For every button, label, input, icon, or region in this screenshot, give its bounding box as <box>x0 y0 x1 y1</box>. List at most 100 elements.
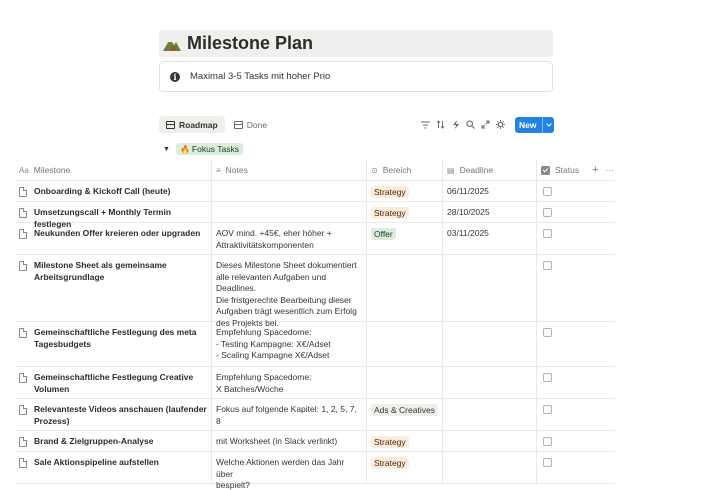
deadline-cell[interactable] <box>443 322 537 366</box>
title-property-icon: Aa <box>19 165 29 175</box>
column-header-notes[interactable]: ≡ Notes <box>212 160 367 180</box>
new-button[interactable]: New <box>515 116 554 133</box>
page-icon <box>19 437 27 447</box>
table-row[interactable]: Gemeinschaftliche Festlegung Creative Vo… <box>15 367 615 399</box>
notes-cell[interactable]: Empfehlung Spacedome: - Testing Kampagne… <box>212 322 367 366</box>
settings-icon[interactable] <box>493 116 508 133</box>
deadline-cell[interactable] <box>443 367 537 398</box>
notes-cell[interactable] <box>212 181 367 201</box>
page-title[interactable]: Milestone Plan <box>187 33 313 54</box>
table-row[interactable]: Milestone Sheet als gemeinsame Arbeitsgr… <box>15 255 615 328</box>
deadline-cell[interactable] <box>443 255 537 321</box>
table-icon <box>233 120 243 129</box>
milestone-cell[interactable]: Sale Aktionspipeline aufstellen <box>15 452 212 483</box>
tab-done[interactable]: Done <box>227 116 274 133</box>
notes-cell[interactable]: AOV mind. +45€, eher höher + Attraktivit… <box>212 223 367 254</box>
milestone-cell[interactable]: Umsetzungscall + Monthly Termin festlege… <box>15 202 212 229</box>
info-icon: i <box>170 71 180 82</box>
notes-cell[interactable]: mit Worksheet (in Slack verlinkt) <box>212 431 367 451</box>
status-checkbox[interactable] <box>543 261 552 270</box>
bereich-cell[interactable] <box>367 255 443 321</box>
more-options-icon[interactable]: ··· <box>606 165 615 175</box>
deadline-cell[interactable]: 03/11/2025 <box>443 223 537 254</box>
group-header[interactable]: ▼ 🔥 Fokus Tasks <box>163 143 243 155</box>
notes-cell[interactable]: Dieses Milestone Sheet dokumentiert alle… <box>212 255 367 328</box>
table-row[interactable]: Brand & Zielgruppen-Analyse mit Worksheet… <box>15 431 615 452</box>
status-checkbox[interactable] <box>543 328 552 337</box>
status-checkbox[interactable] <box>543 373 552 382</box>
milestone-name[interactable]: Relevanteste Videos anschauen (laufender… <box>34 404 207 427</box>
milestone-name[interactable]: Sale Aktionspipeline aufstellen <box>34 457 159 469</box>
sort-icon[interactable] <box>433 116 448 133</box>
search-icon[interactable] <box>463 116 478 133</box>
add-property-button[interactable]: + <box>592 164 598 176</box>
table-row[interactable]: Relevanteste Videos anschauen (laufender… <box>15 399 615 431</box>
milestone-name[interactable]: Gemeinschaftliche Festlegung des meta Ta… <box>34 327 197 350</box>
bereich-cell[interactable]: Strategy <box>367 181 443 201</box>
bereich-cell[interactable]: Strategy <box>367 431 443 451</box>
column-header-status[interactable]: Status + ··· <box>537 160 615 180</box>
calendar-icon: ▤ <box>447 165 455 175</box>
milestone-name[interactable]: Gemeinschaftliche Festlegung Creative Vo… <box>34 372 193 395</box>
milestone-name[interactable]: Onboarding & Kickoff Call (heute) <box>34 186 170 198</box>
column-header-bereich[interactable]: ⊙ Bereich <box>367 160 443 180</box>
milestone-cell[interactable]: Brand & Zielgruppen-Analyse <box>15 431 212 451</box>
milestone-name[interactable]: Neukunden Offer kreieren oder upgraden <box>34 228 200 240</box>
callout-text[interactable]: Maximal 3-5 Tasks mit hoher Prio <box>190 71 330 82</box>
deadline-cell[interactable] <box>443 431 537 451</box>
deadline-cell[interactable]: 28/10/2025 <box>443 202 537 222</box>
status-checkbox[interactable] <box>543 458 552 467</box>
table-row[interactable]: Umsetzungscall + Monthly Termin festlege… <box>15 202 615 229</box>
status-checkbox[interactable] <box>543 437 552 446</box>
filter-icon[interactable] <box>418 116 433 133</box>
milestone-cell[interactable]: Gemeinschaftliche Festlegung des meta Ta… <box>15 322 212 366</box>
deadline-cell[interactable] <box>443 452 537 483</box>
bereich-cell[interactable]: Strategy <box>367 202 443 222</box>
table-row[interactable]: Gemeinschaftliche Festlegung des meta Ta… <box>15 322 615 367</box>
tab-roadmap[interactable]: Roadmap <box>159 116 225 133</box>
bereich-cell[interactable]: Offer <box>367 223 443 254</box>
bereich-cell[interactable]: Ads & Creatives <box>367 399 443 430</box>
milestone-cell[interactable]: Milestone Sheet als gemeinsame Arbeitsgr… <box>15 255 212 321</box>
table-row[interactable]: Neukunden Offer kreieren oder upgraden AO… <box>15 223 615 255</box>
notes-cell[interactable] <box>212 202 367 222</box>
table-row[interactable]: Sale Aktionspipeline aufstellen Welche Ak… <box>15 452 615 490</box>
status-checkbox[interactable] <box>543 187 552 196</box>
column-label: Status <box>555 165 580 175</box>
status-cell <box>537 181 615 201</box>
milestone-cell[interactable]: Relevanteste Videos anschauen (laufender… <box>15 399 212 430</box>
notes-cell[interactable]: Empfehlung Spacedome: X Batches/Woche <box>212 367 367 398</box>
bereich-cell[interactable] <box>367 322 443 366</box>
deadline-cell[interactable]: 06/11/2025 <box>443 181 537 201</box>
caret-down-icon[interactable]: ▼ <box>163 146 170 153</box>
new-button-label: New <box>519 119 537 130</box>
deadline-cell[interactable] <box>443 399 537 430</box>
bereich-tag: Strategy <box>371 207 409 219</box>
status-checkbox[interactable] <box>543 405 552 414</box>
status-checkbox[interactable] <box>543 208 552 217</box>
bereich-cell[interactable] <box>367 367 443 398</box>
chevron-down-icon[interactable] <box>542 116 553 133</box>
page-title-bar: Milestone Plan <box>159 30 553 57</box>
text-property-icon: ≡ <box>216 165 221 175</box>
automation-icon[interactable] <box>448 116 463 133</box>
view-tabs: Roadmap Done <box>159 116 276 133</box>
milestone-cell[interactable]: Gemeinschaftliche Festlegung Creative Vo… <box>15 367 212 398</box>
status-checkbox[interactable] <box>543 229 552 238</box>
milestone-name[interactable]: Milestone Sheet als gemeinsame Arbeitsgr… <box>34 260 167 283</box>
notes-cell[interactable]: Welche Aktionen werden das Jahr über bes… <box>212 452 367 490</box>
expand-icon[interactable] <box>478 116 493 133</box>
page-icon <box>19 261 27 271</box>
milestone-name[interactable]: Brand & Zielgruppen-Analyse <box>34 436 154 448</box>
bereich-cell[interactable]: Strategy <box>367 452 443 483</box>
milestone-cell[interactable]: Onboarding & Kickoff Call (heute) <box>15 181 212 201</box>
table-body: Onboarding & Kickoff Call (heute) Strateg… <box>15 181 615 490</box>
column-header-milestone[interactable]: Aa Milestone <box>15 160 212 180</box>
notes-cell[interactable]: Fokus auf folgende Kapitel: 1, 2, 5, 7, … <box>212 399 367 430</box>
table-row[interactable]: Onboarding & Kickoff Call (heute) Strateg… <box>15 181 615 202</box>
bereich-tag: Strategy <box>371 436 409 448</box>
status-cell <box>537 367 615 398</box>
roadmap-table: Aa Milestone ≡ Notes ⊙ Bereich ▤ Deadlin… <box>15 160 615 490</box>
column-header-deadline[interactable]: ▤ Deadline <box>443 160 537 180</box>
milestone-cell[interactable]: Neukunden Offer kreieren oder upgraden <box>15 223 212 254</box>
